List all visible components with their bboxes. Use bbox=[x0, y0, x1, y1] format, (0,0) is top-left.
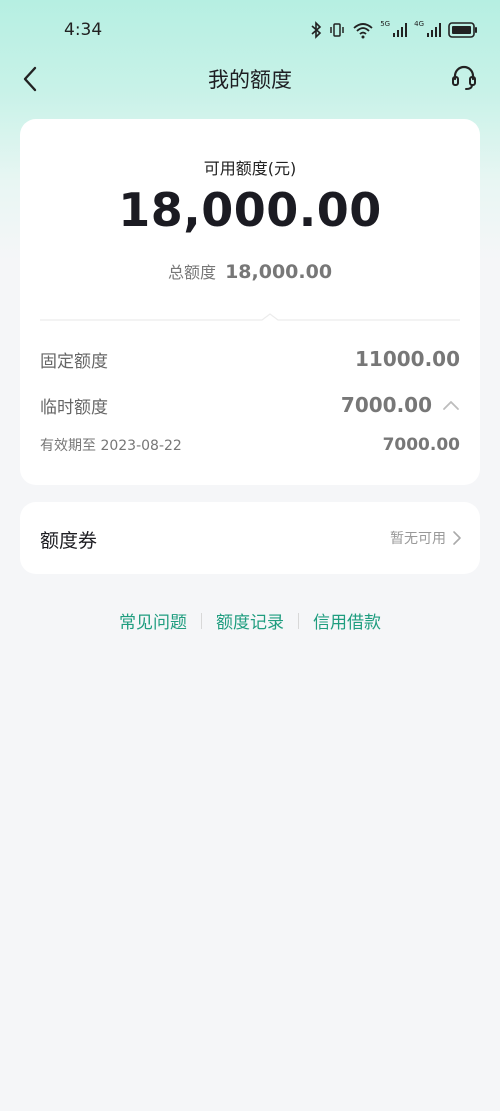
fixed-credit-label: 固定额度 bbox=[40, 351, 108, 372]
battery-icon bbox=[448, 22, 478, 38]
signal-icon bbox=[426, 22, 442, 38]
credit-loan-link[interactable]: 信用借款 bbox=[313, 608, 381, 633]
available-credit-label: 可用额度(元) bbox=[203, 159, 297, 178]
bluetooth-icon bbox=[310, 21, 322, 39]
network-label-1: 5G bbox=[380, 20, 391, 28]
link-separator bbox=[298, 612, 299, 629]
signal-icon bbox=[392, 22, 408, 38]
coupon-status-group: 暂无可用 bbox=[390, 528, 462, 548]
temp-credit-row[interactable]: 临时额度 7000.00 bbox=[40, 391, 460, 419]
faq-link[interactable]: 常见问题 bbox=[119, 608, 187, 633]
total-credit-label: 总额度 bbox=[167, 263, 216, 282]
wifi-icon bbox=[352, 21, 374, 39]
temp-credit-amount: 7000.00 bbox=[340, 393, 432, 417]
chevron-right-icon bbox=[453, 531, 461, 545]
credit-coupon-card[interactable]: 额度券 暂无可用 bbox=[20, 502, 480, 574]
coupon-title: 额度券 bbox=[40, 530, 98, 552]
status-time: 4:34 bbox=[64, 20, 103, 40]
vibrate-icon bbox=[328, 21, 346, 39]
expire-amount: 7000.00 bbox=[382, 435, 460, 455]
temp-credit-label: 临时额度 bbox=[40, 397, 108, 418]
divider bbox=[40, 313, 460, 321]
temp-credit-right: 7000.00 bbox=[341, 393, 460, 417]
credit-card: 可用额度(元) 18,000.00 总额度 18,000.00 固定额度 110… bbox=[20, 119, 480, 485]
fixed-credit-row: 固定额度 11000.00 bbox=[40, 345, 460, 373]
status-icons: 5G 4G bbox=[310, 20, 478, 40]
fixed-credit-amount: 11000.00 bbox=[354, 347, 460, 371]
available-credit-amount: 18,000.00 bbox=[118, 183, 382, 237]
headset-icon bbox=[452, 65, 476, 90]
customer-service-button[interactable] bbox=[448, 62, 480, 94]
network-label-2: 4G bbox=[414, 20, 424, 28]
footer-links: 常见问题 额度记录 信用借款 bbox=[0, 608, 500, 633]
total-credit-row: 总额度 18,000.00 bbox=[20, 259, 480, 283]
credit-records-link[interactable]: 额度记录 bbox=[216, 608, 284, 633]
total-credit-amount: 18,000.00 bbox=[225, 261, 333, 283]
link-separator bbox=[201, 612, 202, 629]
nav-bar: 我的额度 bbox=[0, 56, 500, 100]
expire-row: 有效期至 2023-08-22 7000.00 bbox=[40, 433, 460, 457]
coupon-status: 暂无可用 bbox=[390, 531, 446, 547]
expire-date-label: 有效期至 2023-08-22 bbox=[40, 438, 182, 454]
status-bar: 4:34 5G 4G bbox=[0, 0, 500, 56]
chevron-up-icon[interactable] bbox=[442, 399, 460, 411]
page-title: 我的额度 bbox=[208, 68, 292, 92]
